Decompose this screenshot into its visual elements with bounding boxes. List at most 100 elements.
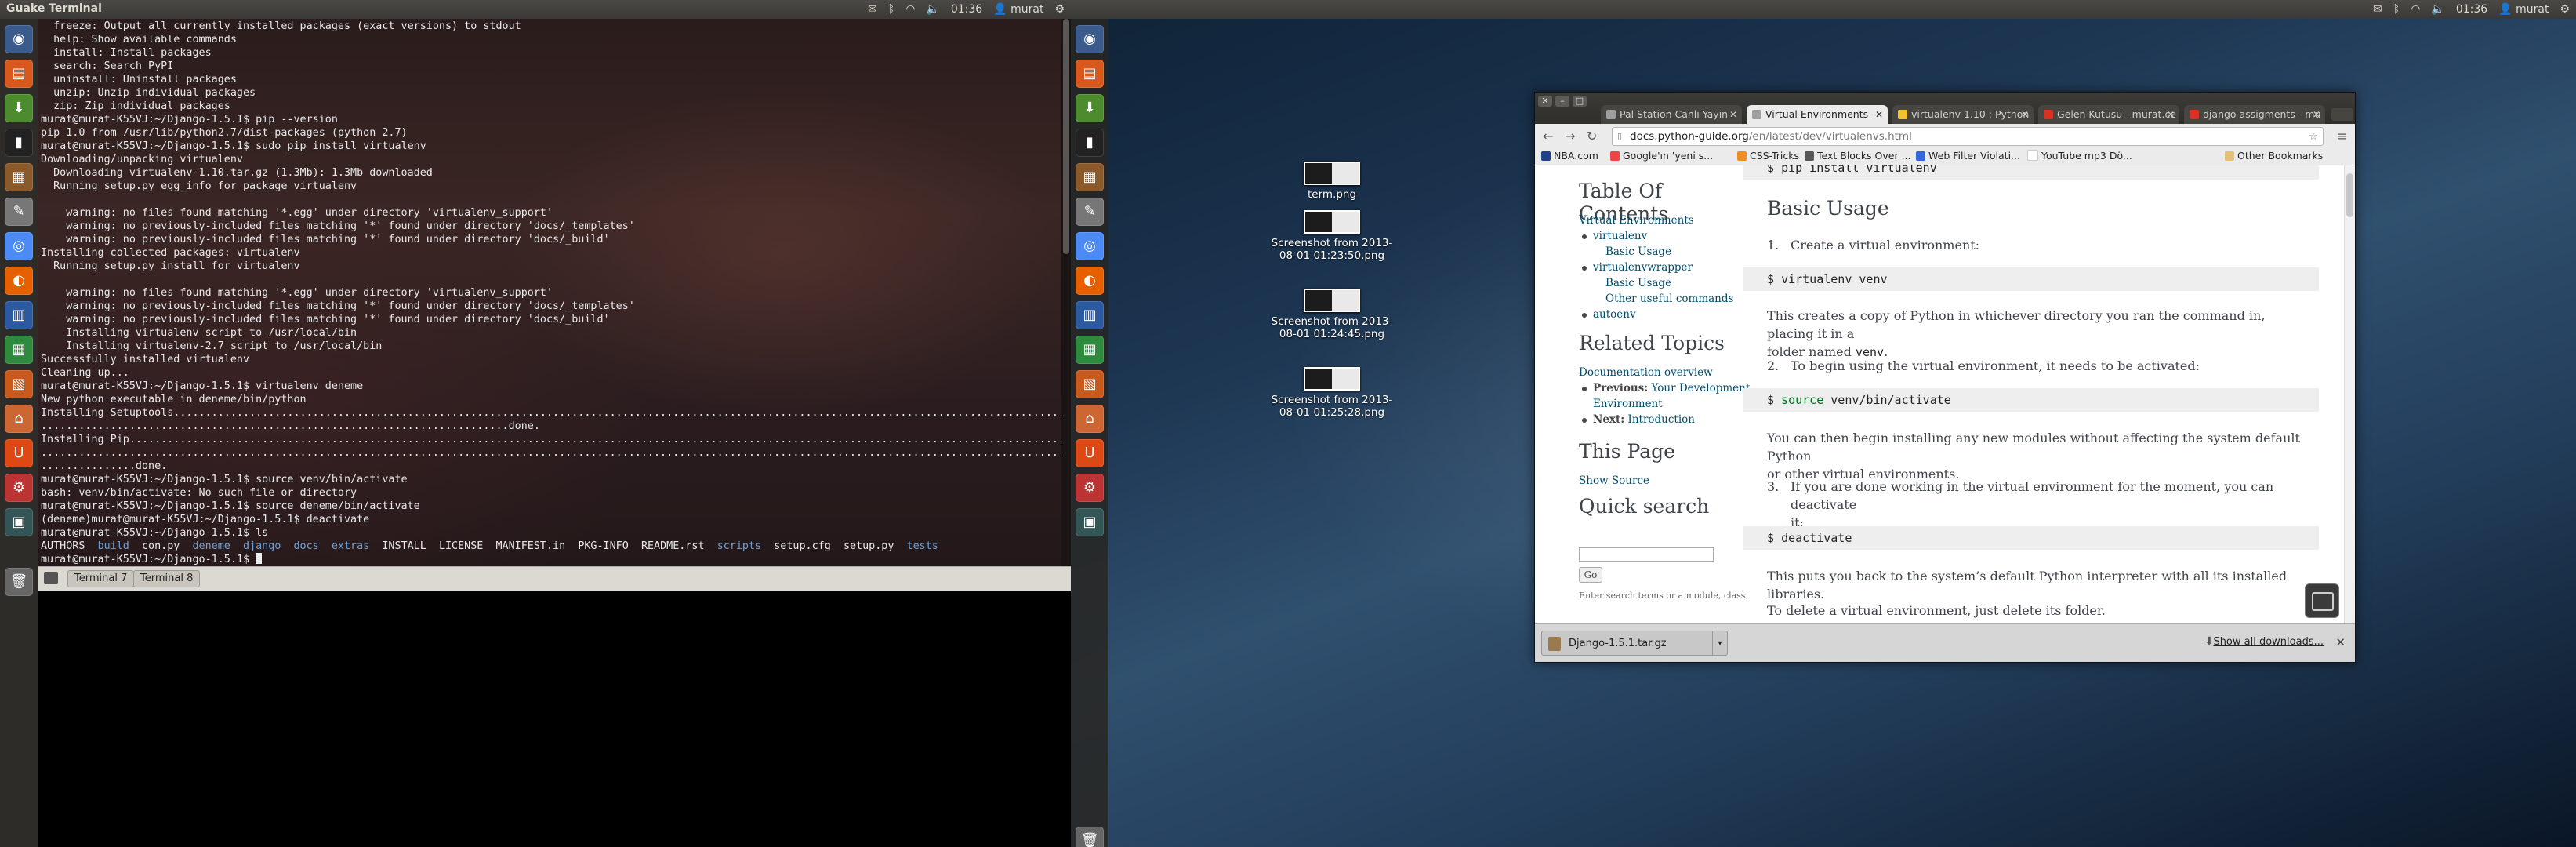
tab-virtual-environments[interactable]: Virtual Environments — ✕ bbox=[1747, 105, 1888, 124]
chrome-icon[interactable]: ◎ bbox=[1076, 232, 1104, 260]
new-tab-button[interactable] bbox=[2331, 108, 2353, 121]
bluetooth-icon[interactable]: ᛒ bbox=[2393, 2, 2400, 16]
archive-icon[interactable]: ▦ bbox=[1076, 163, 1104, 191]
terminal-scrollbar[interactable] bbox=[1061, 19, 1071, 566]
close-icon[interactable]: ✕ bbox=[2335, 635, 2346, 649]
tab-terminal-8[interactable]: Terminal 8 bbox=[133, 570, 201, 587]
toc-virtualenv[interactable]: virtualenv bbox=[1593, 230, 1647, 242]
ubuntu-one-icon[interactable]: U bbox=[5, 439, 33, 467]
terminal-icon[interactable]: ▮ bbox=[5, 129, 33, 157]
chrome-icon[interactable]: ◎ bbox=[5, 232, 33, 260]
next-link[interactable]: Introduction bbox=[1628, 413, 1696, 426]
impress-icon[interactable]: ▧ bbox=[5, 370, 33, 398]
software-center-icon[interactable]: ⌂ bbox=[5, 405, 33, 433]
toc-virtual-environments[interactable]: Virtual Environments bbox=[1579, 214, 1694, 227]
workspace-icon[interactable]: ▣ bbox=[5, 508, 33, 536]
dash-icon[interactable]: ◉ bbox=[1076, 25, 1104, 53]
tab-close-icon[interactable]: ✕ bbox=[2313, 105, 2320, 124]
terminal-icon[interactable]: ▮ bbox=[1076, 129, 1104, 157]
gear-icon[interactable]: ⚙ bbox=[1054, 2, 1065, 16]
bookmark-youtube-mp3[interactable]: YouTube mp3 Dö... bbox=[2027, 150, 2132, 162]
gear-icon[interactable]: ⚙ bbox=[2560, 2, 2570, 16]
forward-icon[interactable]: → bbox=[1565, 129, 1575, 144]
terminal-prompt[interactable]: murat@murat-K55VJ:~/Django-1.5.1$ bbox=[41, 554, 256, 565]
previous-link-cont[interactable]: Environment bbox=[1593, 398, 1663, 410]
bookmark-nba[interactable]: NBA.com bbox=[1541, 150, 1598, 162]
page-scrollbar[interactable] bbox=[2344, 165, 2355, 624]
desktop-file-screenshot-3[interactable]: Screenshot from 2013-08-01 01:25:28.png bbox=[1269, 367, 1395, 419]
volume-icon[interactable]: 🔈 bbox=[2431, 2, 2444, 16]
download-item[interactable]: Django-1.5.1.tar.gz ▾ bbox=[1541, 631, 1728, 656]
tab-terminal-7[interactable]: Terminal 7 bbox=[67, 570, 135, 587]
wifi-icon[interactable]: ◠ bbox=[2411, 2, 2420, 16]
mail-icon[interactable]: ✉ bbox=[2373, 2, 2382, 16]
desktop-file-screenshot-1[interactable]: Screenshot from 2013-08-01 01:23:50.png bbox=[1269, 210, 1395, 262]
close-window-button[interactable]: ✕ bbox=[1538, 96, 1552, 107]
settings-icon[interactable]: ⚙ bbox=[1076, 474, 1104, 502]
trash-icon[interactable]: 🗑 bbox=[1076, 827, 1104, 847]
ubuntu-one-icon[interactable]: U bbox=[1076, 439, 1104, 467]
impress-icon[interactable]: ▧ bbox=[1076, 370, 1104, 398]
star-icon[interactable]: ☆ bbox=[2309, 128, 2318, 145]
tab-close-icon[interactable]: ✕ bbox=[2167, 105, 2175, 124]
mail-icon[interactable]: ✉ bbox=[868, 2, 877, 16]
user-menu[interactable]: 👤 murat bbox=[2498, 2, 2549, 16]
desktop-file-screenshot-2[interactable]: Screenshot from 2013-08-01 01:24:45.png bbox=[1269, 289, 1395, 340]
show-source-link[interactable]: Show Source bbox=[1579, 474, 1649, 487]
address-bar[interactable]: ▯ docs.python-guide.org/en/latest/dev/vi… bbox=[1612, 127, 2324, 146]
toc-other-useful-commands[interactable]: Other useful commands bbox=[1605, 293, 1733, 305]
settings-icon[interactable]: ⚙ bbox=[5, 474, 33, 502]
download-icon[interactable]: ⬇ bbox=[1076, 94, 1104, 122]
bluetooth-icon[interactable]: ᛒ bbox=[888, 2, 894, 16]
bookmark-text-blocks[interactable]: Text Blocks Over ... bbox=[1805, 150, 1911, 162]
tab-close-icon[interactable]: ✕ bbox=[1875, 105, 1883, 124]
toc-basic-usage-2[interactable]: Basic Usage bbox=[1605, 277, 1671, 289]
show-all-downloads-link[interactable]: Show all downloads... bbox=[2213, 636, 2324, 648]
tab-close-icon[interactable]: ✕ bbox=[1729, 105, 1737, 124]
text-editor-icon[interactable]: ✎ bbox=[5, 198, 33, 226]
volume-icon[interactable]: 🔈 bbox=[926, 2, 939, 16]
files-icon[interactable]: ▤ bbox=[1076, 60, 1104, 88]
back-icon[interactable]: ← bbox=[1543, 129, 1553, 144]
dash-icon[interactable]: ◉ bbox=[5, 25, 33, 53]
toc-virtualenvwrapper[interactable]: virtualenvwrapper bbox=[1593, 261, 1693, 274]
toc-autoenv[interactable]: autoenv bbox=[1593, 308, 1636, 321]
tab-pal-station[interactable]: Pal Station Canlı Yayın ✕ bbox=[1601, 105, 1742, 124]
tab-django-assignments[interactable]: django assigments - mu ✕ bbox=[2184, 105, 2325, 124]
download-icon[interactable]: ⬇ bbox=[5, 94, 33, 122]
reload-icon[interactable]: ↻ bbox=[1587, 129, 1597, 144]
archive-icon[interactable]: ▦ bbox=[5, 163, 33, 191]
menu-icon[interactable]: ≡ bbox=[2337, 129, 2347, 144]
firefox-icon[interactable]: ◐ bbox=[1076, 267, 1104, 295]
bookmark-web-filter[interactable]: Web Filter Violati... bbox=[1916, 150, 2020, 162]
tab-virtualenv-pypi[interactable]: virtualenv 1.10 : Python ✕ bbox=[1892, 105, 2034, 124]
text-editor-icon[interactable]: ✎ bbox=[1076, 198, 1104, 226]
chevron-down-icon[interactable]: ▾ bbox=[1712, 631, 1727, 655]
minimize-window-button[interactable]: – bbox=[1555, 96, 1569, 107]
clock[interactable]: 01:36 bbox=[951, 2, 982, 16]
writer-icon[interactable]: ▥ bbox=[1076, 301, 1104, 329]
calc-icon[interactable]: ▦ bbox=[5, 336, 33, 364]
software-center-icon[interactable]: ⌂ bbox=[1076, 405, 1104, 433]
toc-basic-usage-1[interactable]: Basic Usage bbox=[1605, 245, 1671, 258]
other-bookmarks[interactable]: Other Bookmarks bbox=[2225, 150, 2323, 162]
tab-gmail-inbox[interactable]: Gelen Kutusu - murat.ce ✕ bbox=[2038, 105, 2179, 124]
firefox-icon[interactable]: ◐ bbox=[5, 267, 33, 295]
calc-icon[interactable]: ▦ bbox=[1076, 336, 1104, 364]
documentation-overview-link[interactable]: Documentation overview bbox=[1579, 366, 1713, 379]
tab-close-icon[interactable]: ✕ bbox=[2021, 105, 2029, 124]
quick-search-input[interactable] bbox=[1579, 547, 1714, 562]
bookmark-google[interactable]: Google'ın 'yeni s... bbox=[1610, 150, 1713, 162]
maximize-window-button[interactable]: □ bbox=[1573, 96, 1587, 107]
bookmark-css-tricks[interactable]: CSS-Tricks bbox=[1737, 150, 1799, 162]
workspace-icon[interactable]: ▣ bbox=[1076, 508, 1104, 536]
terminal[interactable]: freeze: Output all currently installed p… bbox=[38, 19, 1071, 566]
files-icon[interactable]: ▤ bbox=[5, 60, 33, 88]
floating-widget-icon[interactable] bbox=[2305, 583, 2339, 618]
previous-link[interactable]: Your Development bbox=[1652, 382, 1751, 394]
desktop-file-term-png[interactable]: term.png bbox=[1269, 162, 1395, 201]
go-button[interactable]: Go bbox=[1579, 567, 1602, 583]
user-menu[interactable]: 👤 murat bbox=[993, 2, 1043, 16]
clock[interactable]: 01:36 bbox=[2456, 2, 2487, 16]
trash-icon[interactable]: 🗑 bbox=[5, 568, 33, 596]
